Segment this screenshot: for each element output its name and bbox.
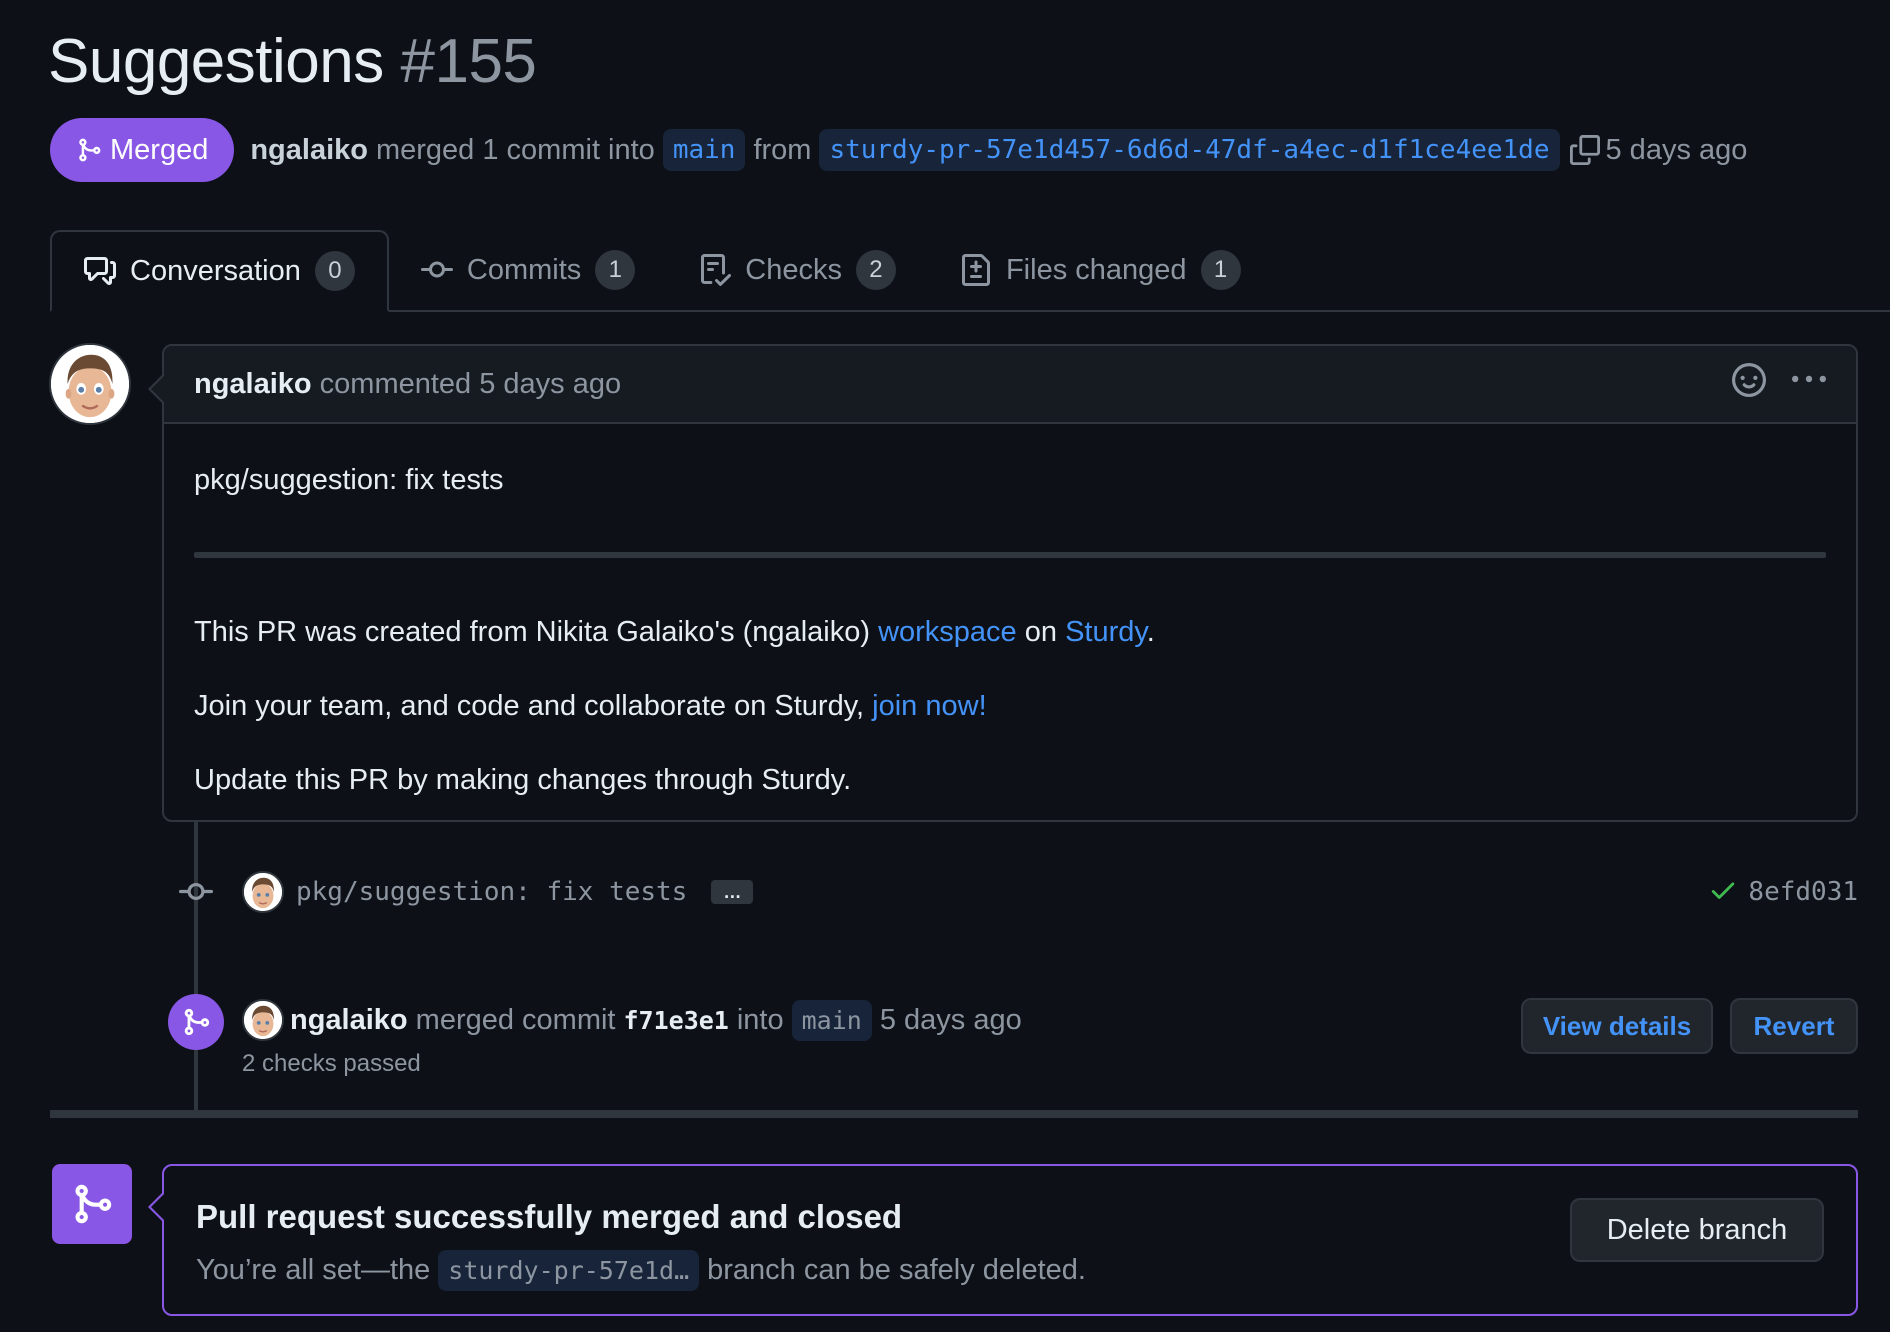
comment-paragraph-3: Update this PR by making changes through… — [194, 764, 852, 796]
merged-text: merged 1 commit into — [375, 133, 655, 166]
tab-commits[interactable]: Commits 1 — [389, 230, 667, 310]
tab-commits-count: 1 — [595, 250, 636, 290]
file-diff-icon — [961, 254, 990, 286]
avatar[interactable] — [49, 343, 131, 425]
comment-line-1: pkg/suggestion: fix tests — [194, 464, 504, 496]
timeline-divider — [50, 1110, 1858, 1118]
merge-text-1: merged commit — [415, 1003, 616, 1036]
expand-commit-button[interactable]: … — [711, 880, 754, 904]
git-merge-icon — [168, 994, 224, 1050]
merged-subtitle: You’re all set—the sturdy-pr-57e1d… bran… — [196, 1250, 1086, 1291]
pr-author-link[interactable]: ngalaiko — [250, 134, 368, 167]
merge-base-branch-link[interactable]: main — [791, 999, 872, 1041]
pr-tabs: Conversation 0 Commits 1 Checks 2 Files … — [50, 230, 1890, 312]
p1-end-text: . — [1146, 616, 1155, 648]
git-commit-icon — [176, 875, 216, 909]
merge-commit-sha-link[interactable]: f71e3e1 — [623, 1006, 728, 1035]
comment-paragraph-2: Join your team, and code and collaborate… — [194, 686, 1826, 726]
commit-row: pkg/suggestion: fix tests … 8efd031 — [176, 866, 1858, 918]
merged-status-badge: Merged — [50, 118, 235, 182]
check-icon[interactable] — [1708, 875, 1738, 910]
head-branch-short[interactable]: sturdy-pr-57e1d… — [438, 1250, 700, 1291]
join-now-link[interactable]: join now! — [872, 690, 986, 722]
sturdy-link[interactable]: Sturdy — [1065, 616, 1147, 648]
merged-status-box: Pull request successfully merged and clo… — [148, 1164, 1858, 1316]
pr-number: #155 — [400, 27, 537, 96]
view-details-button[interactable]: View details — [1521, 998, 1713, 1054]
comment-discussion-icon — [84, 257, 116, 285]
merged-sub-text-2: branch can be safely deleted. — [707, 1254, 1086, 1286]
comment-action: commented 5 days ago — [319, 367, 622, 400]
divider — [194, 552, 1826, 558]
pr-title: Suggestions — [48, 27, 384, 96]
p2-text: Join your team, and code and collaborate… — [194, 690, 873, 722]
from-text: from — [753, 133, 812, 166]
merged-title: Pull request successfully merged and clo… — [196, 1198, 903, 1235]
tab-checks-count: 2 — [855, 250, 896, 290]
commit-sha-link[interactable]: 8efd031 — [1748, 877, 1858, 907]
comment-author-link[interactable]: ngalaiko — [194, 368, 312, 401]
tab-files-changed-label: Files changed — [1005, 253, 1187, 286]
tab-conversation[interactable]: Conversation 0 — [50, 230, 389, 312]
tab-files-changed-count: 1 — [1200, 250, 1241, 290]
merger-avatar[interactable] — [242, 999, 284, 1041]
tab-conversation-label: Conversation — [130, 254, 301, 287]
kebab-menu-icon[interactable] — [1792, 363, 1826, 405]
merger-author-link[interactable]: ngalaiko — [290, 1004, 408, 1037]
memoji-avatar-icon — [51, 345, 129, 423]
p1-mid-text: on — [1016, 616, 1066, 648]
tab-conversation-count: 0 — [314, 251, 355, 291]
merged-label: Merged — [110, 133, 209, 166]
timeline-line — [194, 820, 198, 1112]
commit-message-link[interactable]: pkg/suggestion: fix tests — [296, 877, 687, 907]
pr-time: 5 days ago — [1605, 133, 1748, 166]
pr-meta: Merged ngalaiko merged 1 commit into mai… — [50, 118, 1755, 182]
checklist-icon — [701, 254, 732, 286]
git-merge-icon — [79, 138, 101, 162]
checks-passed-text: 2 checks passed — [242, 1050, 421, 1077]
tab-files-changed[interactable]: Files changed 1 — [928, 230, 1273, 310]
merge-text-2: into — [736, 1003, 784, 1036]
tab-checks-label: Checks — [745, 253, 842, 286]
git-commit-icon — [420, 261, 453, 278]
head-branch-link[interactable]: sturdy-pr-57e1d457-6d6d-47df-a4ec-d1f1ce… — [819, 129, 1560, 171]
p1-text: This PR was created from Nikita Galaiko'… — [194, 616, 879, 648]
workspace-link[interactable]: workspace — [878, 616, 1017, 648]
commit-author-avatar[interactable] — [242, 871, 284, 913]
revert-button[interactable]: Revert — [1730, 998, 1858, 1054]
delete-branch-button[interactable]: Delete branch — [1570, 1198, 1824, 1262]
comment-box: ngalaiko commented 5 days ago pkg/sugges… — [148, 344, 1858, 822]
page-title: Suggestions #155 — [48, 26, 537, 97]
copy-icon[interactable] — [1569, 135, 1600, 165]
merged-sub-text-1: You’re all set—the — [196, 1254, 431, 1286]
git-merge-icon — [52, 1164, 132, 1244]
merge-event: ngalaiko merged commit f71e3e1 into main… — [242, 996, 1030, 1078]
tab-commits-label: Commits — [466, 253, 582, 286]
merge-time: 5 days ago — [879, 1003, 1022, 1036]
smiley-icon[interactable] — [1732, 363, 1766, 405]
base-branch-link[interactable]: main — [662, 129, 746, 171]
tab-checks[interactable]: Checks 2 — [667, 230, 928, 310]
comment-body: pkg/suggestion: fix tests This PR was cr… — [164, 424, 1856, 800]
comment-header: ngalaiko commented 5 days ago — [164, 346, 1856, 424]
comment-paragraph-1: This PR was created from Nikita Galaiko'… — [194, 612, 1826, 652]
